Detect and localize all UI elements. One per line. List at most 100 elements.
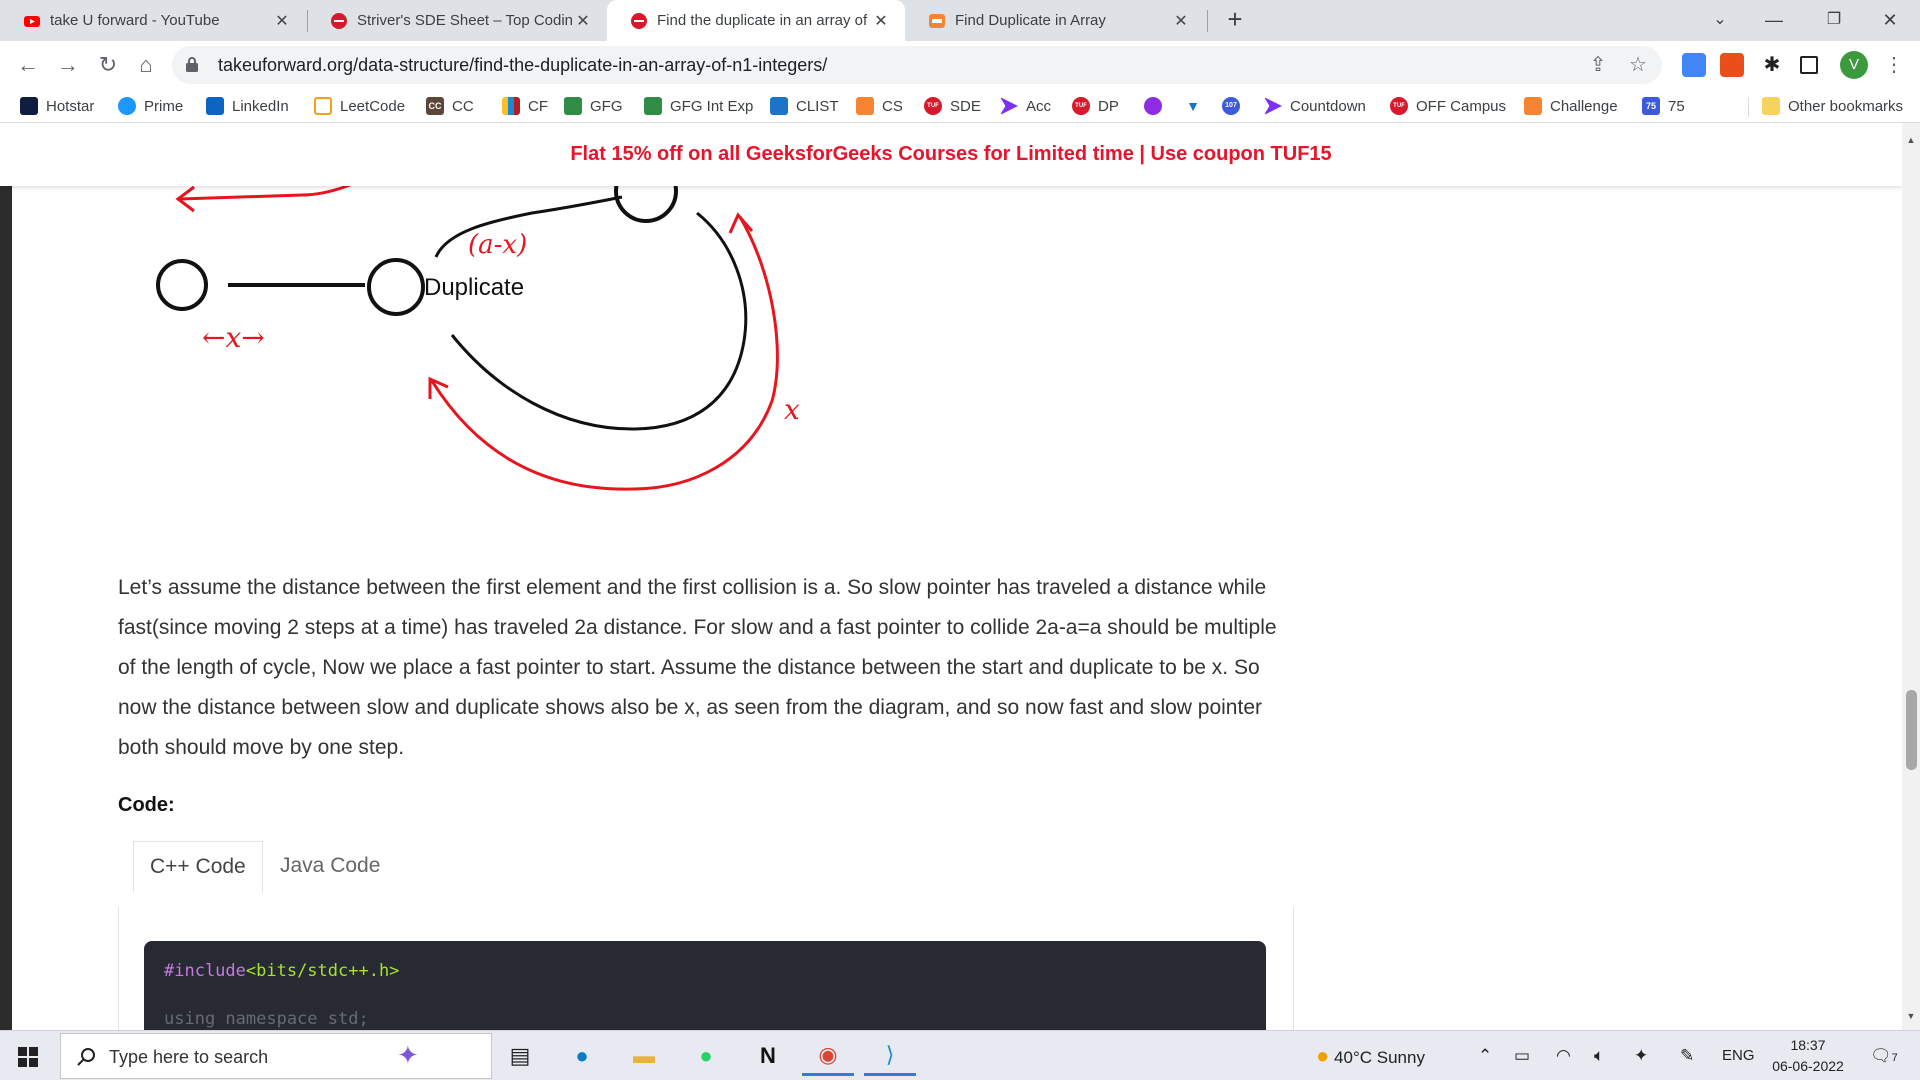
bookmark-label: OFF Campus [1416,97,1507,115]
other-bookmarks-folder[interactable]: Other bookmarks [1762,89,1903,123]
side-panel-icon[interactable] [1800,56,1818,74]
back-button[interactable]: ← [12,49,44,81]
bookmark-acc[interactable]: Acc [1000,89,1051,123]
forward-button[interactable]: → [52,49,84,81]
bookmark-label: CF [528,97,548,115]
tab-divider [1207,10,1208,32]
whatsapp-icon[interactable]: ● [680,1036,732,1076]
tab-cpp-code[interactable]: C++ Code [133,841,263,893]
file-explorer-icon[interactable]: ▬ [618,1036,670,1076]
tab-codingninjas[interactable]: Find Duplicate in Array ✕ [905,0,1205,41]
bookmark-star-icon[interactable]: ☆ [1624,51,1652,79]
bookmark-75[interactable]: 75 75 [1642,89,1685,123]
code-include-path: <bits/stdc++.h> [245,961,400,981]
bookmark-sde[interactable]: TUF SDE [924,89,981,123]
bookmark-codeforces[interactable]: CF [502,89,548,123]
page-scrollbar[interactable]: ▲ ▼ [1902,123,1920,1030]
close-tab-icon[interactable]: ✕ [871,11,891,31]
tab-search-chevron-icon[interactable]: ⌄ [1700,4,1740,36]
tab-java-code[interactable]: Java Code [264,841,396,893]
codingninjas-icon [929,13,945,28]
bookmark-gfg[interactable]: GFG [564,89,623,123]
close-tab-icon[interactable]: ✕ [272,11,292,31]
unstop-icon [1144,97,1162,115]
scroll-thumb[interactable] [1906,690,1917,770]
volume-icon[interactable]: 🔈︎ [1594,1031,1604,1080]
home-button[interactable]: ⌂ [130,49,162,81]
bookmark-linkedin[interactable]: LinkedIn [206,89,289,123]
bookmark-unnamed-3[interactable]: 107 [1222,89,1248,123]
reload-button[interactable]: ↻ [92,49,124,81]
address-bar[interactable]: takeuforward.org/data-structure/find-the… [172,46,1662,84]
browser-menu-icon[interactable]: ⋮ [1880,51,1908,79]
profile-avatar[interactable]: V [1840,51,1868,79]
language-indicator[interactable]: ENG [1722,1031,1755,1080]
pen-icon[interactable]: ✎ [1680,1031,1694,1080]
bookmark-codechef[interactable]: CC CC [426,89,474,123]
tab-strip: take U forward - YouTube ✕ Striver's SDE… [0,0,1920,41]
countdown-icon [1264,97,1282,115]
browser-toolbar: ← → ↻ ⌂ takeuforward.org/data-structure/… [0,41,1920,89]
codechef-icon: CC [426,97,444,115]
windows-start-icon[interactable] [18,1047,38,1067]
maximize-button[interactable]: ❐ [1814,4,1854,36]
tab-title: Find Duplicate in Array [955,12,1106,29]
notion-icon[interactable]: N [742,1036,794,1076]
tab-title: Striver's SDE Sheet – Top Coding [357,12,573,29]
promo-banner[interactable]: Flat 15% off on all GeeksforGeeks Course… [0,123,1902,186]
tab-find-duplicate-active[interactable]: Find the duplicate in an array of ✕ [607,0,905,41]
tab-youtube[interactable]: take U forward - YouTube ✕ [0,0,306,41]
acc-icon [1000,97,1018,115]
dropbox-icon[interactable]: ✦ [1634,1031,1648,1080]
codeforces-icon [502,97,520,115]
bookmark-prime[interactable]: Prime [118,89,183,123]
weather-widget[interactable]: ● 40°C Sunny [1316,1031,1425,1080]
edge-icon[interactable]: ● [556,1036,608,1076]
bookmark-unnamed-2[interactable]: ▼ [1184,89,1210,123]
search-placeholder: Type here to search [109,1047,269,1067]
bookmark-clist[interactable]: CLIST [770,89,839,123]
bookmark-cs[interactable]: CS [856,89,903,123]
clock[interactable]: 18:37 06-06-2022 [1758,1035,1858,1077]
bookmark-leetcode[interactable]: LeetCode [314,89,405,123]
gfg-icon [564,97,582,115]
bookmark-gfg-int-exp[interactable]: GFG Int Exp [644,89,753,123]
x-distance-label: ←x→ [202,321,265,354]
bookmark-hotstar[interactable]: Hotstar [20,89,94,123]
notifications-icon[interactable]: 🗨︎7 [1870,1031,1898,1080]
counter-badge-icon: 107 [1222,97,1240,115]
bookmark-challenge[interactable]: Challenge [1524,89,1618,123]
vscode-icon[interactable]: ⟩ [864,1036,916,1076]
bookmark-label: Prime [144,97,184,115]
extension-icon[interactable] [1720,53,1744,77]
battery-icon[interactable]: ▭ [1514,1031,1530,1080]
close-window-button[interactable]: ✕ [1870,4,1910,36]
taskbar-search[interactable]: Type here to search ✦ [60,1033,492,1079]
share-icon[interactable]: ⇪ [1584,51,1612,79]
task-view-icon[interactable]: ▤ [494,1036,546,1076]
bookmark-dp[interactable]: TUF DP [1072,89,1119,123]
new-tab-button[interactable]: + [1222,6,1248,34]
bookmark-countdown[interactable]: Countdown [1264,89,1366,123]
tab-sde-sheet[interactable]: Striver's SDE Sheet – Top Coding ✕ [307,0,607,41]
extensions-puzzle-icon[interactable]: ✱ [1760,53,1784,77]
bookmark-label: Challenge [1550,97,1618,115]
tuf-icon: TUF [924,97,942,115]
close-tab-icon[interactable]: ✕ [1171,11,1191,31]
wifi-icon[interactable]: ◠ [1556,1031,1571,1080]
translate-extension-icon[interactable] [1682,53,1706,77]
tab-title: Find the duplicate in an array of [657,12,868,29]
close-tab-icon[interactable]: ✕ [573,11,593,31]
x-cycle-label: x [784,393,800,426]
bookmark-off-campus[interactable]: TUF OFF Campus [1390,89,1506,123]
show-hidden-icons[interactable]: ⌃ [1478,1031,1492,1080]
a-minus-x-label: (a-x) [468,230,527,260]
scroll-down-icon[interactable]: ▼ [1906,1011,1916,1021]
scroll-up-icon[interactable]: ▲ [1906,135,1916,145]
code-heading: Code: [118,794,175,816]
chrome-icon[interactable]: ◉ [802,1036,854,1076]
article-area: Duplicate first collision (a-x) ←x→ x Le… [12,161,1902,1030]
bookmark-unnamed-1[interactable] [1144,89,1170,123]
cycle-diagram: Duplicate first collision (a-x) ←x→ x [156,161,803,491]
minimize-button[interactable]: — [1754,4,1794,36]
